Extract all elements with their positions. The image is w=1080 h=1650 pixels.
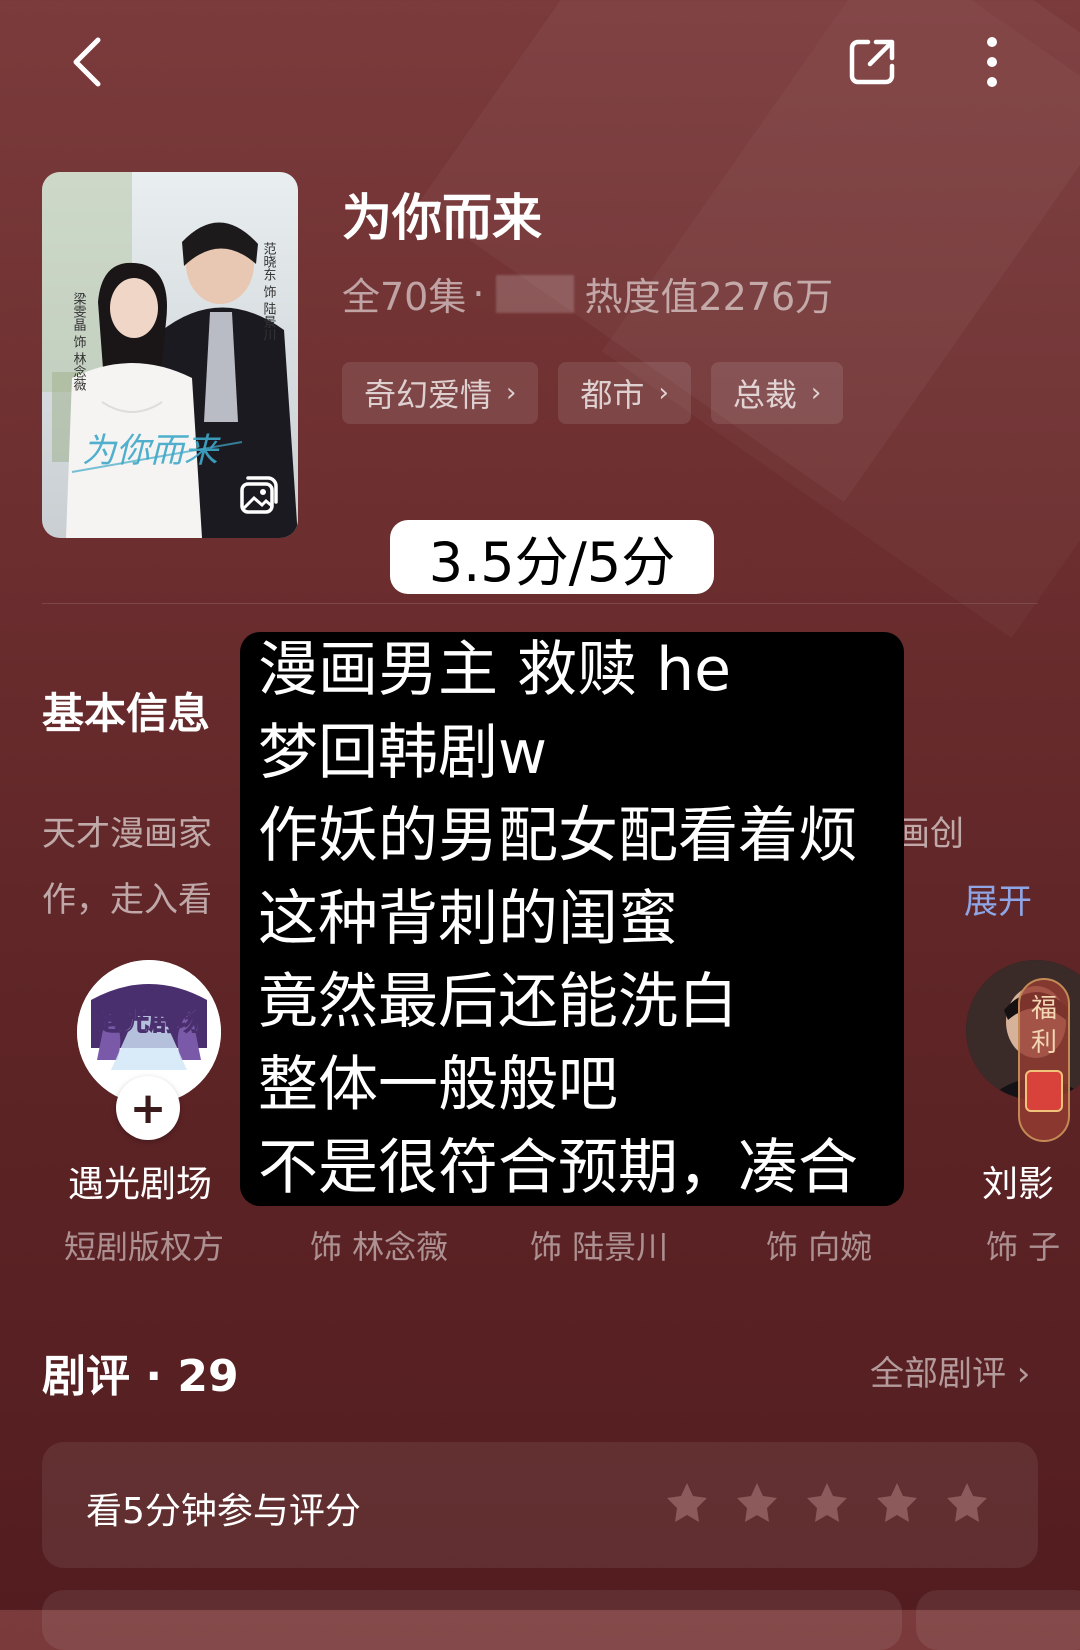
meta-separator: · [472, 271, 485, 316]
back-button[interactable] [58, 32, 118, 92]
expand-link[interactable]: 展开 [964, 874, 1032, 923]
welfare-label: 利 [1030, 1028, 1057, 1058]
star-icon[interactable] [664, 1480, 710, 1526]
cast-name[interactable]: 刘影 [982, 1155, 1054, 1207]
synopsis-text: 天才漫画家 [42, 814, 212, 854]
star-icon[interactable] [874, 1480, 920, 1526]
review-card [916, 1590, 1080, 1650]
score-badge: 3.5分/5分 [390, 520, 714, 594]
cast-role: 饰 向婉 [766, 1228, 873, 1266]
tag-list: 奇幻爱情 › 都市 › 总裁 › [342, 362, 844, 424]
poster-actor-credit: 范晓东 饰 陆景川 [261, 242, 277, 342]
logo-text: 遇光剧场 [97, 1007, 201, 1037]
more-button[interactable] [962, 32, 1022, 92]
share-button[interactable] [842, 32, 902, 92]
rating-prompt: 看5分钟参与评分 [86, 1491, 361, 1532]
redacted-block [496, 274, 575, 313]
poster-actor-credit: 梁雯晶 饰 林念薇 [71, 292, 87, 392]
drama-title: 为你而来 [342, 189, 542, 247]
welfare-button[interactable]: 福 利 [1018, 978, 1070, 1142]
star-icon[interactable] [944, 1480, 990, 1526]
overlay-note-line: 竟然最后还能洗白 [258, 967, 738, 1037]
overlay-note-line: 不是很符合预期，凑合 [258, 1133, 858, 1203]
reviews-title: 剧评 · 29 [42, 1351, 239, 1402]
top-bar [0, 0, 1080, 130]
overlay-note-line: 漫画男主 救赎 he [258, 635, 732, 705]
chevron-right-icon: › [506, 378, 517, 408]
more-vertical-icon [987, 37, 997, 87]
chevron-right-icon: › [658, 378, 669, 408]
poster-image[interactable]: 为你而来 范晓东 饰 陆景川 梁雯晶 饰 林念薇 [42, 172, 298, 538]
cast-name[interactable]: 遇光剧场 [68, 1155, 212, 1207]
tag-chip[interactable]: 总裁 › [710, 362, 844, 424]
tag-label: 总裁 [732, 376, 797, 414]
review-card [42, 1590, 902, 1650]
star-icon[interactable] [804, 1480, 850, 1526]
chevron-left-icon [73, 37, 101, 87]
welfare-label: 福 [1030, 994, 1057, 1024]
cast-role: 饰 陆景川 [530, 1228, 669, 1266]
red-envelope-icon [1025, 1070, 1063, 1112]
gallery-icon [240, 476, 278, 514]
synopsis-text: 画创 [896, 814, 964, 854]
tag-chip[interactable]: 奇幻爱情 › [342, 362, 539, 424]
drama-meta: 全70集 · 热度值2276万 [342, 266, 833, 321]
tag-chip[interactable]: 都市 › [558, 362, 691, 424]
cast-role: 饰 林念薇 [310, 1228, 449, 1266]
chevron-right-icon: › [810, 378, 822, 408]
overlay-note-line: 作妖的男配女配看着烦 [258, 801, 858, 871]
plus-icon: + [129, 1082, 167, 1134]
overlay-note-line: 整体一般般吧 [258, 1050, 618, 1120]
episode-count: 全70集 [342, 275, 467, 319]
overlay-note-line: 梦回韩剧w [258, 718, 548, 788]
poster-title-art: 为你而来 [82, 431, 221, 471]
synopsis-text: 作，走入看 [42, 880, 212, 920]
tag-label: 都市 [580, 376, 645, 414]
heat-value: 热度值2276万 [584, 275, 834, 319]
star-icon[interactable] [734, 1480, 780, 1526]
divider [42, 603, 1038, 604]
follow-button[interactable]: + [116, 1076, 180, 1140]
share-icon [849, 39, 895, 85]
overlay-note-line: 这种背刺的闺蜜 [258, 884, 678, 954]
basic-info-title: 基本信息 [42, 689, 211, 738]
tag-label: 奇幻爱情 [364, 376, 493, 414]
gallery-button[interactable] [232, 472, 282, 522]
cast-role: 饰 子 [986, 1228, 1061, 1266]
cast-role: 短剧版权方 [64, 1228, 225, 1266]
all-reviews-link[interactable]: 全部剧评 › [870, 1346, 1030, 1395]
star-rating [664, 1480, 990, 1526]
